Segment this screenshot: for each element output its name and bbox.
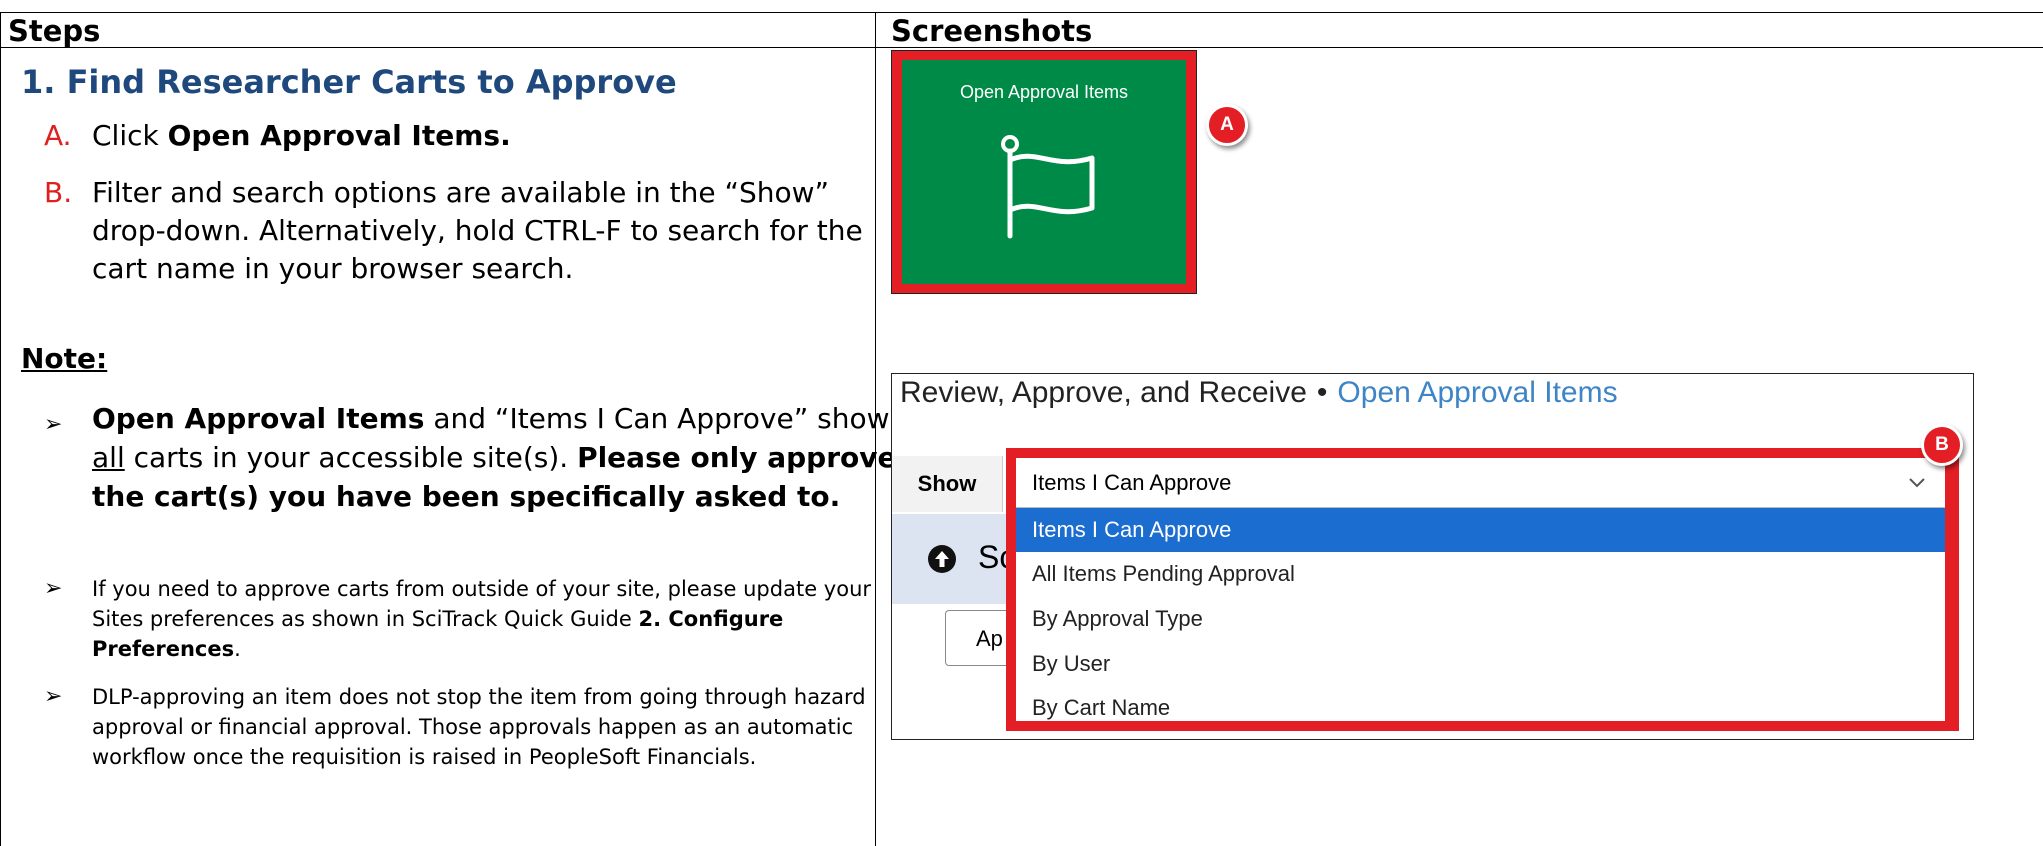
callout-badge-a: A: [1206, 104, 1248, 146]
step-b: B. Filter and search options are availab…: [44, 174, 864, 285]
action-button[interactable]: Ap: [945, 610, 1015, 666]
show-dropdown[interactable]: Items I Can Approve Items I Can Approve …: [1016, 458, 1945, 721]
breadcrumb-root[interactable]: Review, Approve, and Receive: [900, 376, 1307, 409]
show-select[interactable]: Items I Can Approve: [1016, 458, 1945, 508]
arrow-bullet-icon: ➢: [44, 684, 63, 709]
step-text: Filter and search options are available …: [92, 176, 863, 285]
note-text: DLP-approving an item does not stop the …: [92, 685, 866, 769]
dropdown-option-by-approval-type[interactable]: By Approval Type: [1016, 597, 1945, 641]
breadcrumb: Review, Approve, and Receive • Open Approv…: [900, 376, 1618, 410]
show-dropdown-highlight: Items I Can Approve Items I Can Approve …: [1006, 448, 1959, 731]
dropdown-option-by-cart-name[interactable]: By Cart Name: [1016, 686, 1945, 730]
step-a: A. Click Open Approval Items.: [44, 117, 864, 155]
tile-label: Open Approval Items: [959, 82, 1129, 102]
chevron-down-icon: [1909, 478, 1925, 488]
dropdown-option-by-user[interactable]: By User: [1016, 642, 1945, 686]
open-approval-items-highlight: Open Approval Items: [891, 50, 1197, 294]
approval-dropdown-screenshot: Review, Approve, and Receive • Open Approv…: [891, 373, 1974, 740]
breadcrumb-current[interactable]: Open Approval Items: [1337, 376, 1617, 409]
step-letter: B.: [44, 176, 73, 209]
step-text-bold: Open Approval Items.: [167, 119, 511, 152]
open-approval-items-tile[interactable]: Open Approval Items: [902, 60, 1186, 284]
table-left-border: [0, 12, 1, 846]
note-text: Open Approval Items and “Items I Can App…: [92, 402, 905, 513]
step-letter: A.: [44, 119, 72, 152]
section-title: 1. Find Researcher Carts to Approve: [21, 63, 677, 101]
flag-icon: [1001, 135, 1095, 239]
note-heading: Note:: [21, 342, 108, 375]
table-top-border: [0, 12, 2043, 13]
screenshots-header: Screenshots: [891, 14, 1093, 48]
dropdown-option-all-items-pending[interactable]: All Items Pending Approval: [1016, 552, 1945, 596]
callout-badge-b: B: [1921, 424, 1963, 466]
dropdown-option-items-i-can-approve[interactable]: Items I Can Approve: [1016, 508, 1945, 552]
steps-header: Steps: [8, 14, 101, 48]
show-label: Show: [892, 456, 1003, 512]
arrow-bullet-icon: ➢: [44, 412, 63, 437]
arrow-bullet-icon: ➢: [44, 576, 63, 601]
step-text: Click Open Approval Items.: [92, 117, 892, 155]
note-text: If you need to approve carts from outsid…: [92, 577, 872, 661]
step-text-plain: Click: [92, 119, 168, 152]
breadcrumb-separator: •: [1316, 376, 1328, 409]
arrow-up-circle-icon: [928, 545, 956, 573]
selected-value: Items I Can Approve: [1032, 470, 1232, 495]
